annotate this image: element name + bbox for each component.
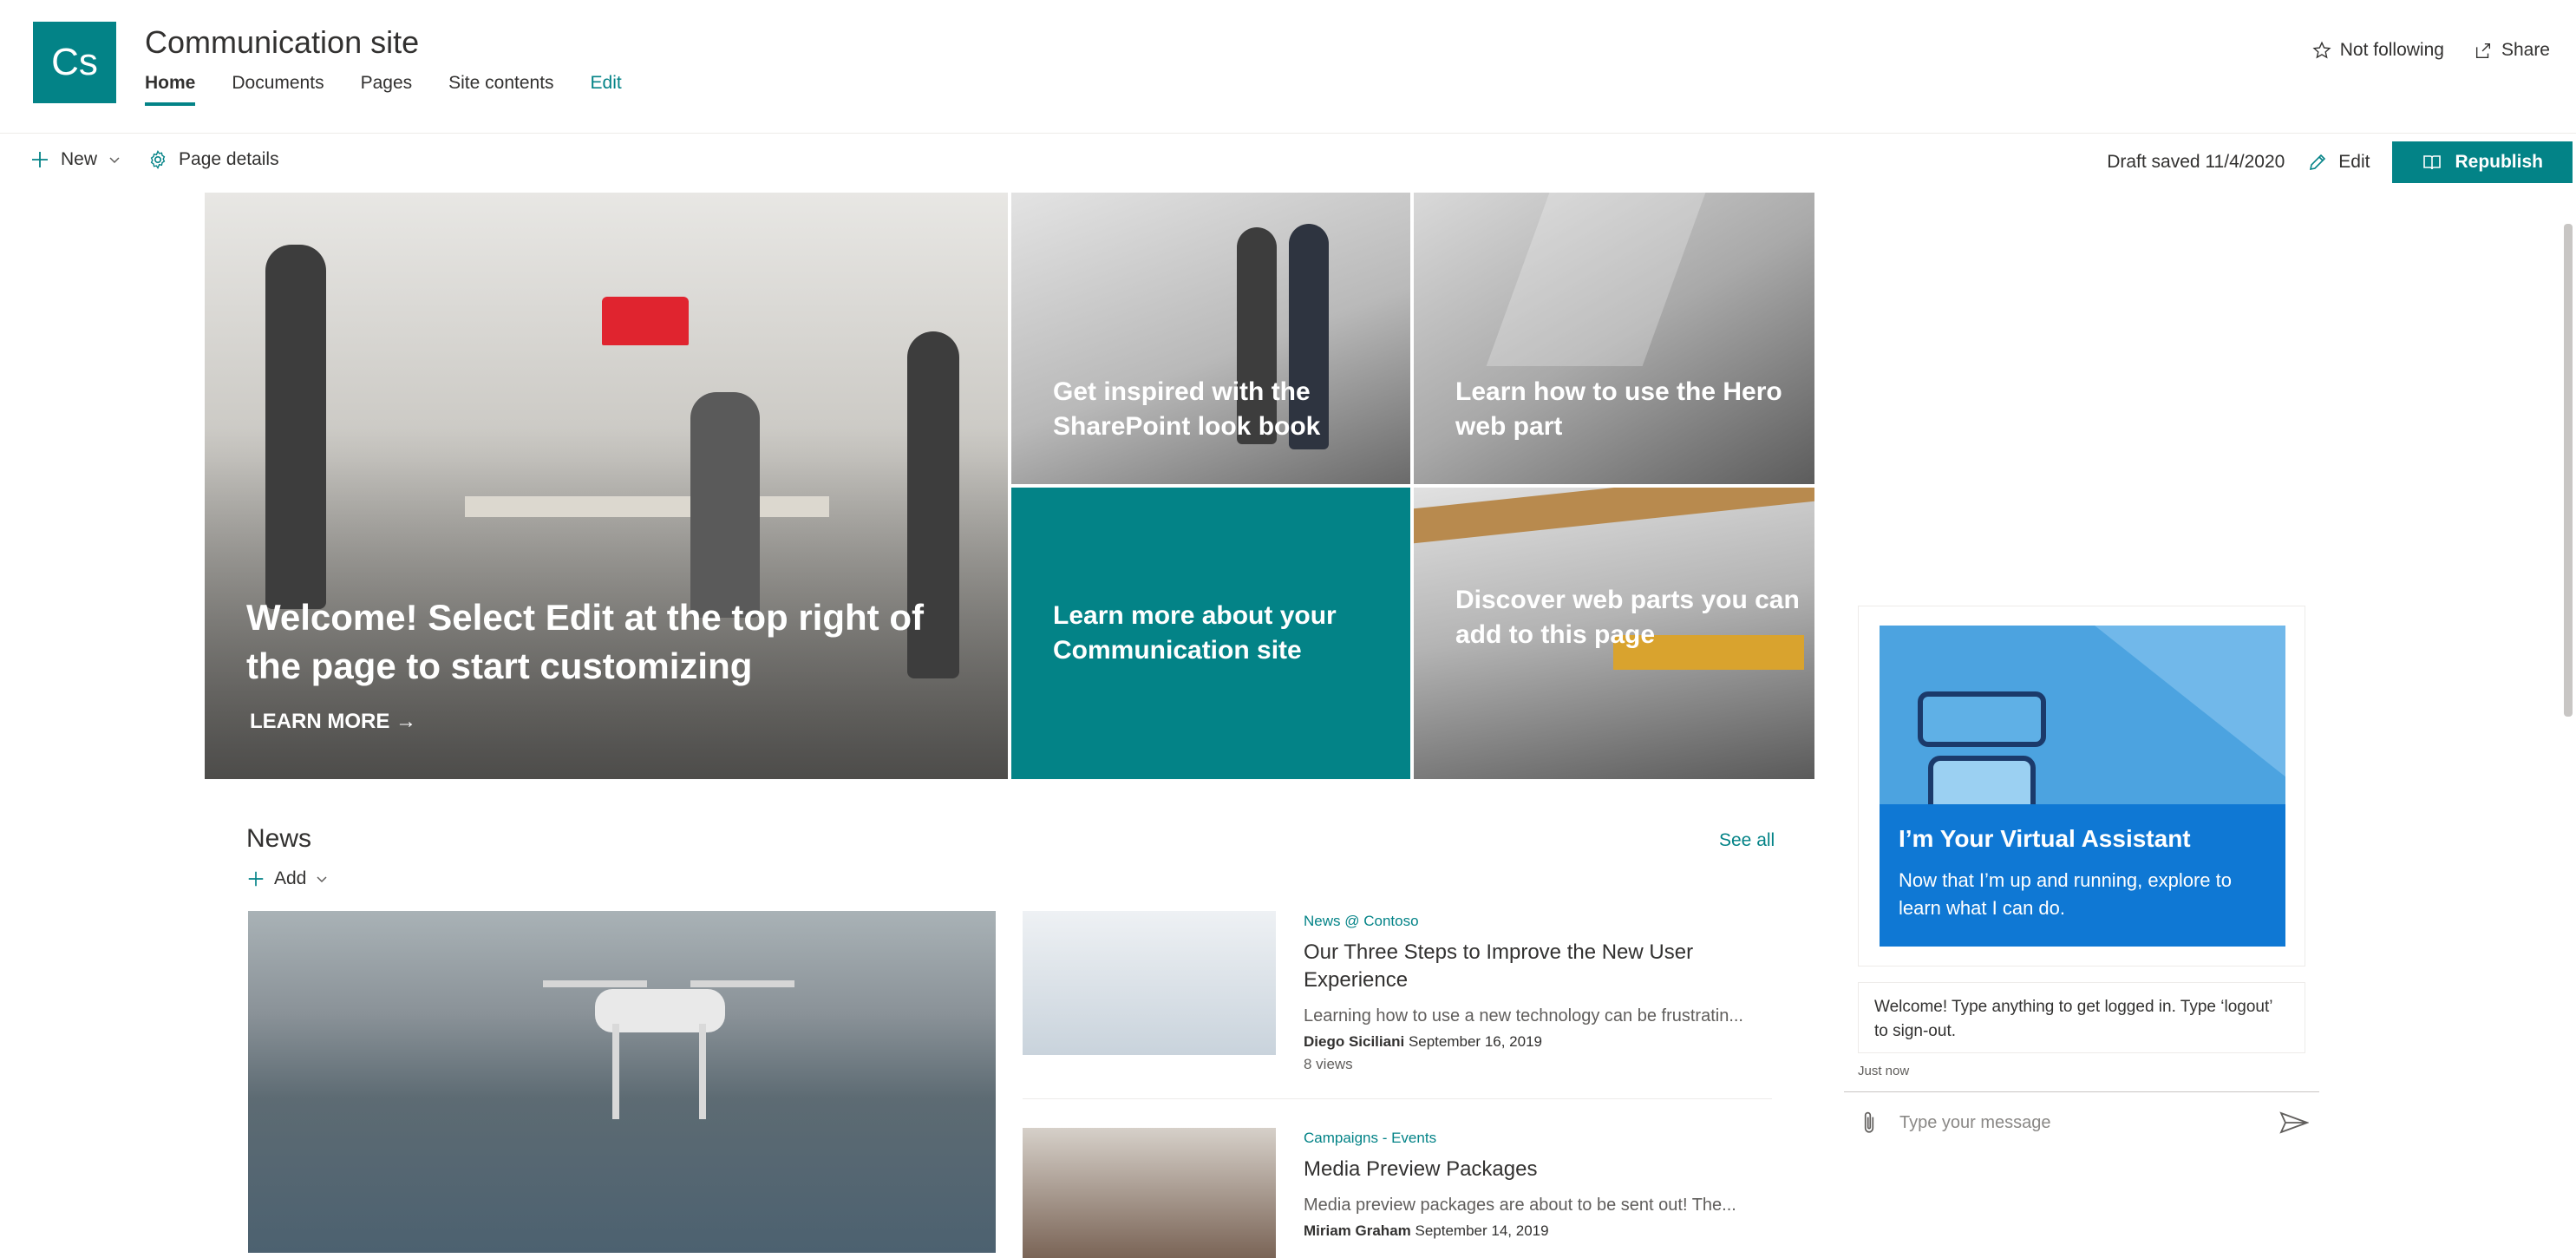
page-scrollbar[interactable] (2564, 224, 2573, 717)
assistant-description: Now that I’m up and running, explore to … (1899, 869, 2233, 919)
news-author: Diego Siciliani (1304, 1033, 1405, 1050)
draft-status: Draft saved 11/4/2020 (2107, 152, 2285, 172)
hero-tile-title: Discover web parts you can add to this p… (1455, 586, 1800, 649)
nav-home[interactable]: Home (145, 73, 196, 106)
star-icon (2312, 41, 2331, 60)
hero-main-title: Welcome! Select Edit at the top right of… (246, 597, 924, 686)
decorative-shape (2095, 626, 2285, 804)
book-icon (2422, 152, 2442, 173)
robot-icon (1918, 691, 2046, 747)
pencil-icon (2307, 152, 2328, 173)
hero-tile-look-book[interactable]: Get inspired with the SharePoint look bo… (1011, 193, 1410, 484)
news-thumbnail (1023, 911, 1276, 1055)
chevron-down-icon (108, 153, 121, 167)
hero-tile-communication-site[interactable]: Learn more about your Communication site (1011, 488, 1410, 779)
command-bar-right: Draft saved 11/4/2020 Edit Republish (2107, 141, 2573, 183)
decorative-shape (1928, 756, 2036, 804)
send-icon[interactable] (2279, 1111, 2309, 1135)
decorative-shape (690, 980, 794, 987)
news-views: 8 views (1304, 1056, 1353, 1072)
hero-tile-main[interactable]: Welcome! Select Edit at the top right of… (205, 193, 1008, 779)
news-featured-image[interactable] (248, 911, 996, 1253)
bot-message: Welcome! Type anything to get logged in.… (1858, 982, 2305, 1053)
decorative-ceiling-shape (1414, 488, 1814, 544)
nav-pages[interactable]: Pages (361, 73, 413, 106)
news-meta: Diego Siciliani September 16, 2019 (1304, 1033, 1772, 1051)
add-news-button[interactable]: Add (246, 868, 329, 889)
news-category[interactable]: News @ Contoso (1304, 913, 1772, 930)
header-actions: Not following Share (2312, 40, 2550, 61)
learn-more-link[interactable]: LEARN MORE → (250, 710, 416, 734)
header-divider (0, 133, 2576, 134)
news-description: Learning how to use a new technology can… (1304, 1006, 1743, 1025)
news-headline[interactable]: Media Preview Packages (1304, 1156, 1772, 1183)
news-date: September 16, 2019 (1408, 1033, 1542, 1050)
nav-documents[interactable]: Documents (232, 73, 324, 106)
decorative-table-shape (465, 496, 829, 517)
decorative-person-shape (690, 392, 760, 618)
chat-message-input[interactable] (1899, 1112, 2279, 1133)
news-date: September 14, 2019 (1415, 1222, 1549, 1239)
edit-label: Edit (2338, 152, 2370, 172)
message-timestamp: Just now (1858, 1064, 1910, 1078)
nav-site-contents[interactable]: Site contents (448, 73, 553, 106)
hero-tile-title: Get inspired with the SharePoint look bo… (1053, 377, 1321, 441)
chat-input-row (1858, 1102, 2309, 1143)
share-label: Share (2501, 40, 2550, 60)
page-details-button[interactable]: Page details (147, 149, 279, 170)
chevron-down-icon (315, 872, 329, 886)
see-all-link[interactable]: See all (1719, 830, 1775, 851)
share-button[interactable]: Share (2474, 40, 2550, 61)
decorative-lamp-shape (602, 297, 689, 345)
news-meta: Miriam Graham September 14, 2019 (1304, 1222, 1772, 1240)
nav-edit-link[interactable]: Edit (591, 73, 622, 106)
hero-tile-web-parts[interactable]: Discover web parts you can add to this p… (1414, 488, 1814, 779)
gear-icon (147, 149, 168, 170)
news-author: Miriam Graham (1304, 1222, 1411, 1239)
follow-label: Not following (2339, 40, 2444, 60)
news-thumbnail (1023, 1128, 1276, 1258)
hero-tile-hero-web-part[interactable]: Learn how to use the Hero web part (1414, 193, 1814, 484)
new-button[interactable]: New (29, 149, 121, 170)
news-info: Campaigns - Events Media Preview Package… (1304, 1128, 1772, 1240)
share-icon (2474, 41, 2493, 60)
news-divider (1023, 1098, 1772, 1099)
decorative-shape (612, 1024, 619, 1119)
add-label: Add (274, 868, 307, 888)
virtual-assistant-card[interactable]: I’m Your Virtual Assistant Now that I’m … (1858, 606, 2305, 966)
site-logo[interactable]: Cs (33, 22, 116, 103)
republish-label: Republish (2455, 152, 2543, 172)
site-navigation: Home Documents Pages Site contents Edit (145, 73, 622, 106)
site-title[interactable]: Communication site (145, 24, 419, 61)
news-section-title: News (246, 824, 312, 853)
republish-button[interactable]: Republish (2392, 141, 2573, 183)
plus-icon (29, 149, 50, 170)
assistant-banner: I’m Your Virtual Assistant Now that I’m … (1880, 804, 2285, 947)
plus-icon (246, 869, 265, 888)
decorative-shape (1486, 193, 1706, 366)
hero-web-part: Welcome! Select Edit at the top right of… (205, 193, 1814, 779)
decorative-shape (699, 1024, 706, 1119)
news-info: News @ Contoso Our Three Steps to Improv… (1304, 911, 1772, 1073)
hero-tile-title: Learn how to use the Hero web part (1455, 377, 1782, 441)
decorative-person-shape (265, 245, 326, 609)
decorative-shape (543, 980, 647, 987)
follow-button[interactable]: Not following (2312, 40, 2444, 61)
edit-page-button[interactable]: Edit (2307, 152, 2370, 173)
news-category[interactable]: Campaigns - Events (1304, 1130, 1772, 1147)
paperclip-icon[interactable] (1858, 1110, 1880, 1136)
new-label: New (61, 149, 98, 169)
page-details-label: Page details (179, 149, 279, 169)
robot-illustration (1880, 626, 2285, 804)
command-bar-left: New Page details (29, 149, 279, 170)
news-description: Media preview packages are about to be s… (1304, 1196, 1736, 1215)
chat-input-divider (1844, 1091, 2319, 1092)
hero-tile-title: Learn more about your Communication site (1053, 601, 1337, 665)
news-headline[interactable]: Our Three Steps to Improve the New User … (1304, 939, 1772, 994)
assistant-title: I’m Your Virtual Assistant (1899, 825, 2191, 852)
